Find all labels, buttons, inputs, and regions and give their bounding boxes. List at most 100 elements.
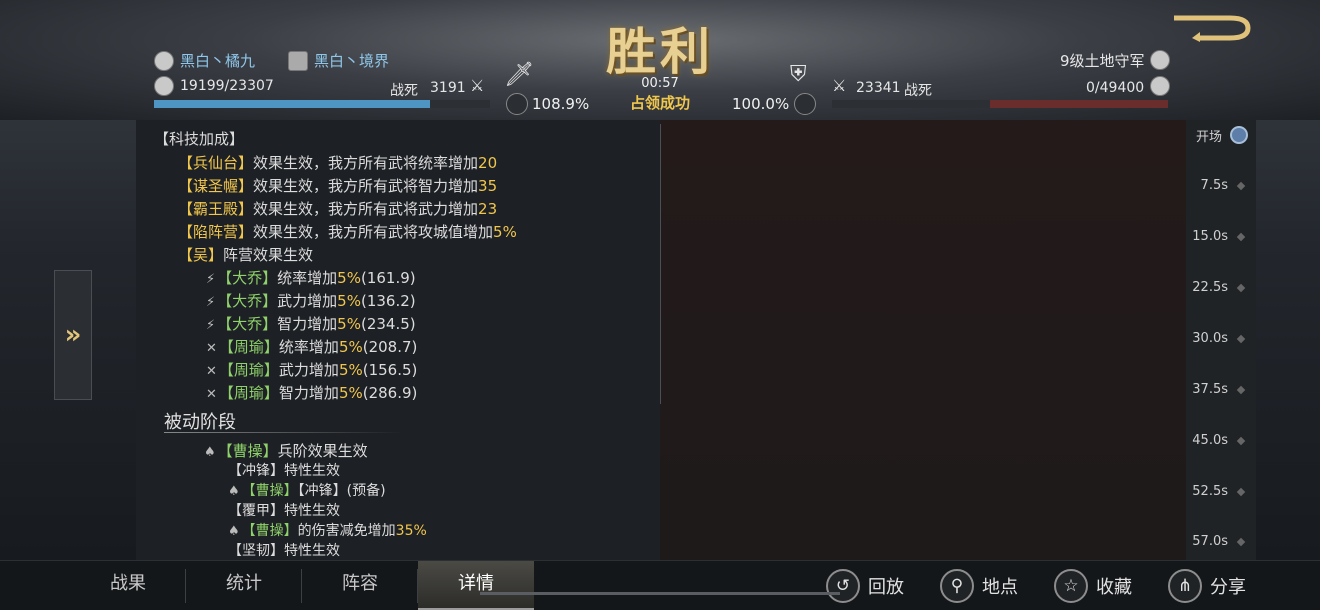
timeline-current-dot[interactable] (1230, 126, 1248, 144)
right-troops: 0/49400 (1086, 80, 1145, 96)
troops-icon (154, 76, 174, 96)
camp-effect-line: ⚡ 【大乔】统率增加5%(161.9) (206, 269, 416, 287)
timeline-dot (1236, 181, 1246, 191)
skill-icon: ✕ (206, 364, 217, 379)
battle-scene-area (660, 120, 1186, 560)
battle-status: 占领成功 (629, 94, 690, 112)
right-player-name: 9级土地守军 (1060, 52, 1145, 70)
timeline-dot (1236, 232, 1246, 242)
camp-line: 【吴】阵营效果生效 (178, 246, 314, 264)
tech-header: 【科技加成】 (154, 130, 245, 148)
timeline-item[interactable]: 52.5s (1192, 484, 1228, 499)
right-dead-value: 23341 (856, 80, 901, 96)
spade-icon: ♠ (228, 484, 240, 499)
enemy-avatar-icon (1150, 50, 1170, 70)
passive-line: 【冲锋】特性生效 (228, 463, 340, 479)
passive-phase-title: 被动阶段 (164, 412, 236, 433)
timeline-item[interactable]: 57.0s (1192, 534, 1228, 549)
left-troops-row: 19199/23307 (154, 76, 274, 96)
timeline-item[interactable]: 37.5s (1192, 382, 1228, 397)
enemy-troops-icon (1150, 76, 1170, 96)
timeline-dot (1236, 537, 1246, 547)
skill-icon: ⚡ (206, 295, 216, 310)
skill-icon: ✕ (206, 387, 217, 402)
replay-label: 回放 (868, 577, 904, 598)
right-morale-icon (794, 93, 816, 115)
back-button[interactable] (1170, 12, 1252, 42)
left-troop-bar-fill (154, 100, 430, 108)
tab-statistics[interactable]: 统计 (186, 561, 302, 610)
sword-icon: 🗡 (504, 60, 535, 88)
right-troop-bar-fill (989, 100, 1168, 108)
camp-effect-line: ⚡ 【大乔】智力增加5%(234.5) (206, 315, 416, 333)
expand-panel-button[interactable]: » (54, 270, 92, 400)
camp-effect-line: ✕ 【周瑜】武力增加5%(156.5) (206, 361, 418, 379)
left-player-name: 黑白丶橘九 (180, 52, 256, 70)
left-alliance: 黑白丶境界 (288, 50, 389, 71)
right-crossed-swords-icon: ⚔ (832, 76, 847, 95)
timeline-item[interactable]: 7.5s (1201, 178, 1228, 193)
timeline-item[interactable]: 22.5s (1192, 280, 1228, 295)
left-troops: 19199/23307 (180, 78, 274, 94)
tech-line: 【谋圣幄】效果生效，我方所有武将智力增加35 (178, 177, 498, 195)
timeline-dot (1236, 334, 1246, 344)
tab-details[interactable]: 详情 (418, 561, 534, 610)
tech-line: 【霸王殿】效果生效，我方所有武将武力增加23 (178, 200, 498, 218)
left-dead-label: 战死 (390, 83, 418, 99)
battle-log-panel[interactable]: 【科技加成】 【兵仙台】效果生效，我方所有武将统率增加20 【谋圣幄】效果生效，… (136, 120, 1186, 560)
left-dead-value: 3191 (430, 80, 466, 96)
favorite-button[interactable]: ☆ 收藏 (1054, 565, 1132, 607)
right-dead-label: 战死 (904, 83, 932, 99)
location-button[interactable]: ⚲ 地点 (940, 565, 1018, 607)
victory-title: 胜利 (606, 22, 714, 81)
log-divider (660, 124, 661, 404)
tech-line: 【陷阵营】效果生效，我方所有武将攻城值增加5% (178, 223, 517, 241)
passive-line: ♠ 【曹操】【冲锋】(预备) (228, 483, 386, 499)
right-troop-bar (832, 100, 1168, 108)
bottom-nav-bar: 战果 统计 阵容 详情 ↺ 回放 ⚲ 地点 ☆ 收藏 ⋔ 分享 (0, 560, 1320, 610)
left-player: 黑白丶橘九 (154, 50, 255, 71)
right-pct: 100.0% (732, 95, 790, 113)
passive-line: ♠ 【曹操】的伤害减免增加35% (228, 523, 427, 539)
share-button[interactable]: ⋔ 分享 (1168, 565, 1246, 607)
camp-effect-line: ✕ 【周瑜】统率增加5%(208.7) (206, 338, 418, 356)
passive-line: ♠ 【曹操】兵阶效果生效 (204, 442, 368, 460)
spade-icon: ♠ (204, 445, 216, 460)
tech-line: 【兵仙台】效果生效，我方所有武将统率增加20 (178, 154, 498, 172)
camp-effect-line: ⚡ 【大乔】武力增加5%(136.2) (206, 292, 416, 310)
timeline-dot (1236, 385, 1246, 395)
share-label: 分享 (1210, 577, 1246, 598)
left-pct: 108.9% (532, 95, 590, 113)
left-morale-icon (506, 93, 528, 115)
phase-underline (164, 432, 404, 433)
timeline-item[interactable]: 15.0s (1192, 229, 1228, 244)
battle-time: 00:57 (641, 76, 679, 91)
location-pin-icon: ⚲ (940, 569, 974, 603)
skill-icon: ⚡ (206, 318, 216, 333)
timeline-dot (1236, 487, 1246, 497)
camp-effect-line: ✕ 【周瑜】智力增加5%(286.9) (206, 384, 418, 402)
skill-icon: ✕ (206, 341, 217, 356)
tab-results[interactable]: 战果 (70, 561, 186, 610)
replay-icon: ↺ (826, 569, 860, 603)
player-avatar-icon (154, 50, 174, 71)
shield-icon: ⛨ (790, 62, 807, 87)
timeline-item[interactable]: 45.0s (1192, 433, 1228, 448)
timeline[interactable]: 开场 7.5s 15.0s 22.5s 30.0s 37.5s 45.0s 52… (1186, 120, 1256, 560)
scrollbar-thumb[interactable] (480, 592, 840, 595)
left-alliance-name: 黑白丶境界 (314, 52, 390, 70)
timeline-item[interactable]: 30.0s (1192, 331, 1228, 346)
spade-icon: ♠ (228, 524, 240, 539)
tab-lineup[interactable]: 阵容 (302, 561, 418, 610)
passive-line: 【覆甲】特性生效 (228, 503, 340, 519)
star-icon: ☆ (1054, 569, 1088, 603)
crossed-swords-icon: ⚔ (470, 76, 485, 95)
share-icon: ⋔ (1168, 569, 1202, 603)
timeline-item[interactable]: 开场 (1196, 126, 1222, 145)
favorite-label: 收藏 (1096, 577, 1132, 598)
timeline-dot (1236, 283, 1246, 293)
timeline-dot (1236, 436, 1246, 446)
replay-button[interactable]: ↺ 回放 (826, 565, 904, 607)
left-troop-bar (154, 100, 490, 108)
passive-line: 【坚韧】特性生效 (228, 543, 340, 559)
